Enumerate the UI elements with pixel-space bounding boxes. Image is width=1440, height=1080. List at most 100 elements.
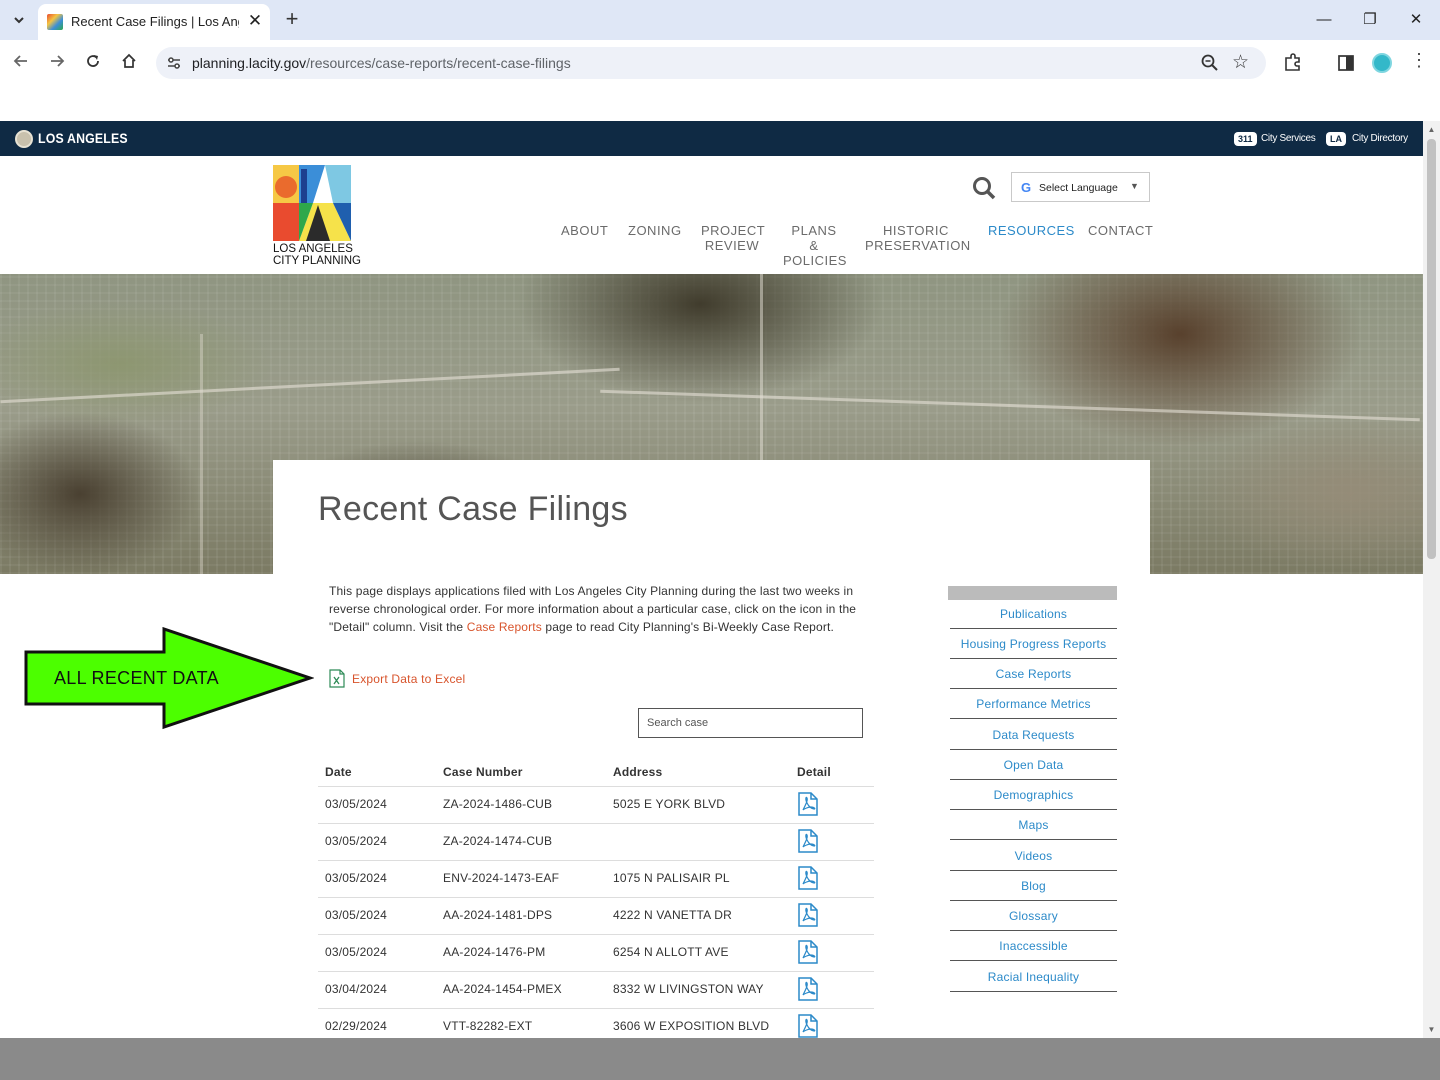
- url-text: planning.lacity.gov/resources/case-repor…: [192, 55, 571, 71]
- excel-file-icon[interactable]: [329, 669, 345, 688]
- cell-date: 03/05/2024: [318, 786, 436, 824]
- recent-cases-table: Date Case Number Address Detail 03/05/20…: [318, 759, 874, 1046]
- sidebar-item-racial-inequality[interactable]: Racial Inequality: [950, 962, 1117, 992]
- search-case-input[interactable]: [638, 708, 863, 738]
- extensions-icon[interactable]: [1281, 51, 1305, 75]
- url-host: planning.lacity.gov: [192, 55, 307, 71]
- table-row: 03/04/2024 AA-2024-1454-PMEX 8332 W LIVI…: [318, 971, 874, 1009]
- city-directory-badge[interactable]: LA: [1326, 132, 1346, 146]
- nav-contact[interactable]: CONTACT: [1088, 223, 1153, 238]
- address-bar[interactable]: planning.lacity.gov/resources/case-repor…: [156, 47, 1266, 79]
- pdf-icon[interactable]: [797, 939, 819, 964]
- browser-tab[interactable]: Recent Case Filings | Los Angeles City P…: [38, 4, 270, 40]
- sidebar-item-inaccessible[interactable]: Inaccessible: [950, 931, 1117, 961]
- site-search-icon[interactable]: [971, 175, 997, 201]
- city-planning-logo[interactable]: [273, 165, 351, 241]
- sidebar-item-performance-metrics[interactable]: Performance Metrics: [950, 689, 1117, 719]
- url-path: /resources/case-reports/recent-case-fili…: [306, 55, 571, 71]
- nav-historic-preservation[interactable]: HISTORIC PRESERVATION: [865, 223, 970, 253]
- cell-case-number: AA-2024-1481-DPS: [436, 897, 606, 935]
- new-tab-button[interactable]: +: [280, 8, 304, 32]
- city-services-link[interactable]: City Services: [1261, 133, 1316, 144]
- pdf-icon[interactable]: [797, 902, 819, 927]
- pdf-icon[interactable]: [797, 976, 819, 1001]
- city-seal-icon: [15, 130, 33, 148]
- side-panel-icon[interactable]: [1334, 51, 1358, 75]
- site-settings-icon[interactable]: [166, 55, 182, 71]
- minimize-window-button[interactable]: —: [1309, 6, 1339, 34]
- cell-detail: [790, 934, 874, 972]
- pdf-icon[interactable]: [797, 791, 819, 816]
- cell-case-number: AA-2024-1476-PM: [436, 934, 606, 972]
- bookmark-star-icon[interactable]: ☆: [1232, 51, 1249, 74]
- cell-case-number: ENV-2024-1473-EAF: [436, 860, 606, 898]
- cell-address: 8332 W LIVINGSTON WAY: [606, 971, 790, 1009]
- sidebar-item-videos[interactable]: Videos: [950, 841, 1117, 871]
- logo-line-1: LOS ANGELES: [273, 243, 353, 255]
- sidebar-item-housing-progress-reports[interactable]: Housing Progress Reports: [950, 629, 1117, 659]
- table-body: 03/05/2024 ZA-2024-1486-CUB 5025 E YORK …: [318, 786, 874, 1046]
- cell-detail: [790, 860, 874, 898]
- reload-icon[interactable]: [80, 50, 106, 76]
- chevron-down-icon: ▼: [1130, 181, 1139, 191]
- cell-detail: [790, 971, 874, 1009]
- back-icon[interactable]: [8, 50, 34, 76]
- sidebar-item-glossary[interactable]: Glossary: [950, 901, 1117, 931]
- column-header-date[interactable]: Date: [318, 759, 436, 787]
- sidebar-item-maps[interactable]: Maps: [950, 810, 1117, 840]
- pdf-icon[interactable]: [797, 1013, 819, 1038]
- profile-avatar[interactable]: [1372, 53, 1392, 73]
- cell-date: 03/04/2024: [318, 971, 436, 1009]
- nav-resources[interactable]: RESOURCES: [988, 223, 1075, 238]
- cell-date: 03/05/2024: [318, 897, 436, 935]
- cell-detail: [790, 786, 874, 824]
- sidebar-item-case-reports[interactable]: Case Reports: [950, 659, 1117, 689]
- intro-paragraph: This page displays applications filed wi…: [329, 582, 874, 636]
- city-directory-link[interactable]: City Directory: [1352, 133, 1408, 144]
- scroll-up-icon[interactable]: ▲: [1427, 125, 1436, 134]
- sidebar-item-data-requests[interactable]: Data Requests: [950, 720, 1117, 750]
- table-row: 03/05/2024 ZA-2024-1474-CUB: [318, 823, 874, 861]
- nav-about[interactable]: ABOUT: [561, 223, 608, 238]
- zoom-icon[interactable]: [1200, 53, 1220, 73]
- table-row: 03/05/2024 ENV-2024-1473-EAF 1075 N PALI…: [318, 860, 874, 898]
- nav-plans-policies[interactable]: PLANS & POLICIES: [783, 223, 846, 268]
- pdf-icon[interactable]: [797, 828, 819, 853]
- logo-line-2: CITY PLANNING: [273, 255, 361, 267]
- sidebar-item-demographics[interactable]: Demographics: [950, 780, 1117, 810]
- browser-menu-icon[interactable]: ⋮: [1410, 50, 1428, 76]
- scroll-down-icon[interactable]: ▼: [1427, 1025, 1436, 1034]
- cell-date: 03/05/2024: [318, 823, 436, 861]
- table-row: 03/05/2024 AA-2024-1476-PM 6254 N ALLOTT…: [318, 934, 874, 972]
- hero-road: [600, 389, 1420, 422]
- nav-project-review[interactable]: PROJECT REVIEW: [701, 223, 765, 253]
- intro-text-end: page to read City Planning's Bi-Weekly C…: [541, 620, 834, 634]
- close-window-button[interactable]: ✕: [1401, 6, 1431, 34]
- export-excel-link[interactable]: Export Data to Excel: [352, 672, 465, 686]
- city-services-badge[interactable]: 311: [1234, 132, 1257, 146]
- sidebar-item-open-data[interactable]: Open Data: [950, 750, 1117, 780]
- nav-zoning[interactable]: ZONING: [628, 223, 682, 238]
- close-tab-icon[interactable]: ✕: [244, 10, 266, 32]
- pdf-icon[interactable]: [797, 865, 819, 890]
- column-header-case-number[interactable]: Case Number: [436, 759, 606, 787]
- column-header-address[interactable]: Address: [606, 759, 790, 787]
- language-select-label: Select Language: [1039, 182, 1118, 194]
- column-header-detail[interactable]: Detail: [790, 759, 874, 787]
- cell-detail: [790, 823, 874, 861]
- case-reports-link[interactable]: Case Reports: [467, 620, 542, 634]
- tab-search-chevron-icon[interactable]: [6, 7, 32, 33]
- bottom-bar: [0, 1038, 1440, 1080]
- page-scrollbar[interactable]: ▲ ▼: [1423, 121, 1440, 1038]
- city-name-link[interactable]: LOS ANGELES: [38, 130, 128, 146]
- restore-window-button[interactable]: ❐: [1355, 6, 1385, 34]
- sidebar-item-blog[interactable]: Blog: [950, 871, 1117, 901]
- cell-case-number: ZA-2024-1474-CUB: [436, 823, 606, 861]
- sidebar-item-publications[interactable]: Publications: [950, 599, 1117, 629]
- home-icon[interactable]: [116, 50, 142, 76]
- language-select[interactable]: G Select Language ▼: [1011, 172, 1150, 202]
- favicon-icon: [47, 14, 63, 30]
- cell-address: 1075 N PALISAIR PL: [606, 860, 790, 898]
- scrollbar-thumb[interactable]: [1427, 139, 1436, 559]
- forward-icon[interactable]: [44, 50, 70, 76]
